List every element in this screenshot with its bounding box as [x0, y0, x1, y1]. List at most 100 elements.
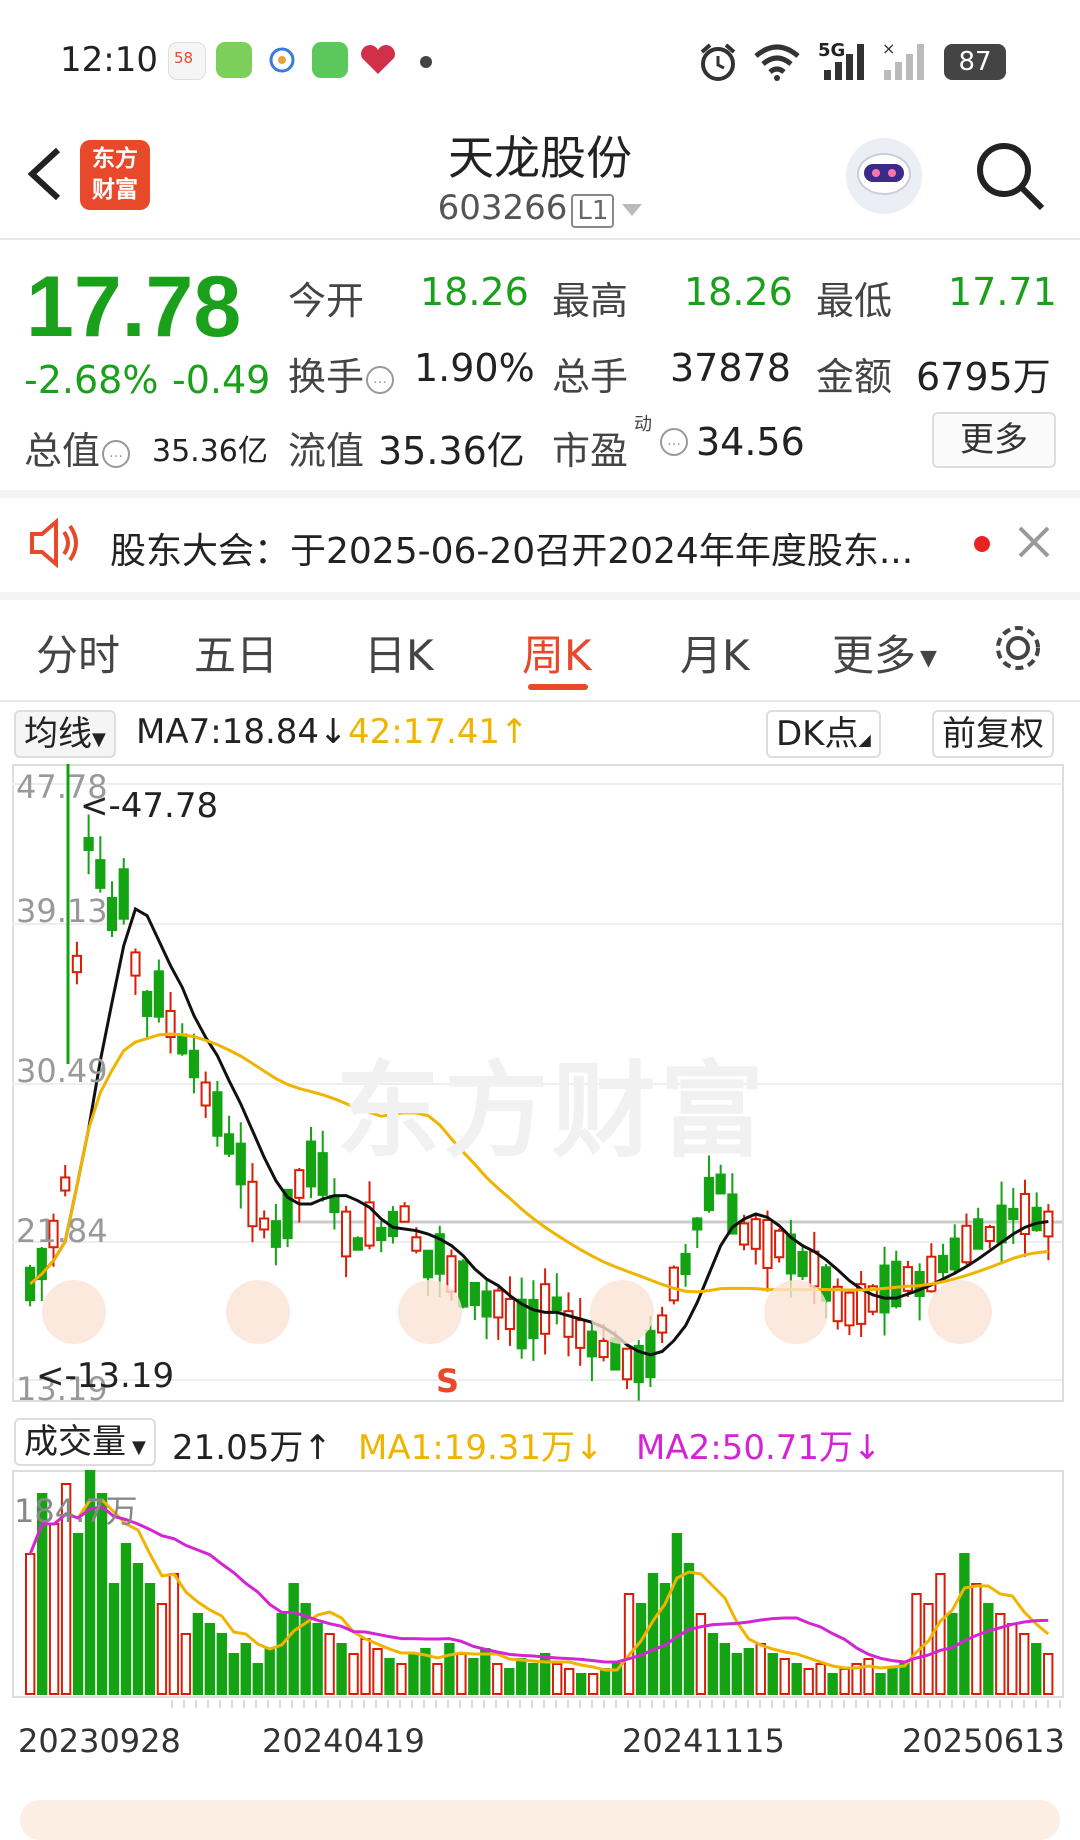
down-arrow-icon: ↓ [319, 712, 348, 752]
volume-ma1-value: MA1:19.31万 [358, 1428, 576, 1468]
more-quote-button[interactable]: 更多 [932, 412, 1056, 468]
volume-bar [911, 1593, 922, 1695]
search-icon[interactable] [972, 138, 1048, 214]
bottom-action-bar[interactable] [20, 1800, 1060, 1840]
candle-body [598, 1339, 609, 1359]
float-cap-label: 流值 [288, 429, 365, 473]
candle-body [797, 1250, 808, 1278]
volume-dropdown-label: 成交量 [24, 1422, 126, 1462]
volume-bar [827, 1673, 838, 1695]
volume-current: 21.05万↑ [172, 1420, 332, 1469]
candle-body [399, 1205, 410, 1223]
amount-label: 金额 [816, 355, 893, 399]
tab-weekly-k[interactable]: 周K [522, 622, 592, 683]
dropdown-arrow-icon: ▼ [920, 646, 937, 671]
volume-bar [288, 1583, 299, 1695]
candle-body [376, 1226, 387, 1242]
volume-bar [240, 1643, 251, 1695]
signal-marker-icon [590, 1280, 654, 1344]
candle-body [411, 1236, 422, 1252]
info-icon[interactable]: … [366, 365, 395, 394]
candle-body [341, 1210, 352, 1258]
tab-more[interactable]: 更多 ▼ [832, 622, 937, 683]
volume-bar [1019, 1633, 1030, 1695]
date-label-2: 20240419 [262, 1722, 425, 1760]
volume-bar [899, 1663, 910, 1695]
volume-bar [276, 1613, 287, 1695]
float-cap-value: 35.36亿 [378, 429, 525, 473]
tab-five-day[interactable]: 五日 [194, 622, 278, 683]
volume-bar [336, 1643, 347, 1695]
volume-bar [516, 1658, 527, 1695]
down-arrow-icon: ↓ [853, 1428, 882, 1468]
volume-value: 37878 [670, 346, 791, 390]
volume-bar [192, 1613, 204, 1695]
candle-body [1043, 1210, 1054, 1238]
signal-marker-icon [42, 1280, 106, 1344]
level-badge: L1 [571, 194, 615, 228]
tabs-divider [0, 700, 1080, 702]
volume-bar [492, 1663, 503, 1695]
volume-bar [324, 1633, 335, 1695]
tab-intraday[interactable]: 分时 [36, 622, 120, 683]
candle-body [71, 954, 83, 974]
volume-bar [815, 1663, 826, 1695]
candle-body [469, 1281, 480, 1307]
wifi-icon [754, 44, 800, 81]
candle-body [1031, 1206, 1042, 1232]
settings-gear-icon[interactable] [990, 620, 1046, 676]
candle-body [844, 1291, 855, 1327]
low-value: 17.71 [948, 270, 1057, 314]
section-divider [0, 490, 1080, 498]
candle-body [60, 1176, 71, 1192]
candle-body [270, 1220, 281, 1248]
volume-bar [947, 1613, 958, 1695]
adjust-button[interactable]: 前复权 [932, 710, 1054, 758]
info-icon[interactable]: … [660, 428, 688, 456]
pe-label: 市盈 [552, 429, 629, 473]
header-divider [0, 238, 1080, 240]
tab-monthly-k[interactable]: 月K [680, 622, 750, 683]
candle-body [949, 1237, 960, 1271]
market-cap-label: 总值… [24, 420, 131, 475]
volume-dropdown[interactable]: 成交量 ▼ [14, 1418, 156, 1466]
robot-assistant-icon[interactable] [842, 134, 926, 218]
volume-bar [312, 1623, 323, 1695]
change-percent: -2.68% [24, 358, 159, 402]
ma-dropdown-label: 均线 [24, 714, 92, 754]
corner-arrow-icon: ◢ [858, 730, 871, 749]
volume-bar [1031, 1643, 1042, 1695]
volume-bar [635, 1603, 647, 1695]
volume-bar [839, 1668, 850, 1695]
turnover-value: 1.90% [414, 346, 535, 390]
volume-bar [528, 1663, 539, 1695]
stock-code: 603266 [437, 188, 568, 228]
notice-text[interactable]: 股东大会：于2025-06-20召开2024年年度股东... [110, 522, 913, 574]
volume-bar [25, 1553, 36, 1695]
ma42-value: 42:17.41 [348, 712, 501, 752]
volume-bar [767, 1653, 778, 1695]
candle-body [703, 1176, 715, 1212]
volume-bar [264, 1648, 275, 1695]
volume-chart[interactable] [12, 1470, 1068, 1700]
dk-button[interactable]: DK点◢ [766, 710, 881, 758]
candle-body [680, 1252, 691, 1276]
close-icon[interactable] [1016, 524, 1052, 560]
volume-bar [983, 1603, 994, 1695]
candle-body [305, 1140, 317, 1188]
candle-body [130, 951, 141, 977]
info-icon[interactable]: … [102, 439, 131, 468]
signal-marker-icon [226, 1280, 290, 1344]
watermark: 东方财富 [336, 1050, 769, 1172]
phone-icon [312, 42, 348, 78]
volume-bar [504, 1668, 515, 1695]
candle-body [247, 1180, 258, 1228]
volume-bar [971, 1583, 982, 1695]
ma-dropdown[interactable]: 均线▼ [14, 710, 116, 758]
heart-618-icon [358, 42, 395, 78]
volume-bar [791, 1663, 802, 1695]
candle-body [750, 1218, 761, 1250]
volume-bar [144, 1583, 156, 1695]
tab-daily-k[interactable]: 日K [364, 622, 434, 683]
candle-body [259, 1217, 270, 1231]
